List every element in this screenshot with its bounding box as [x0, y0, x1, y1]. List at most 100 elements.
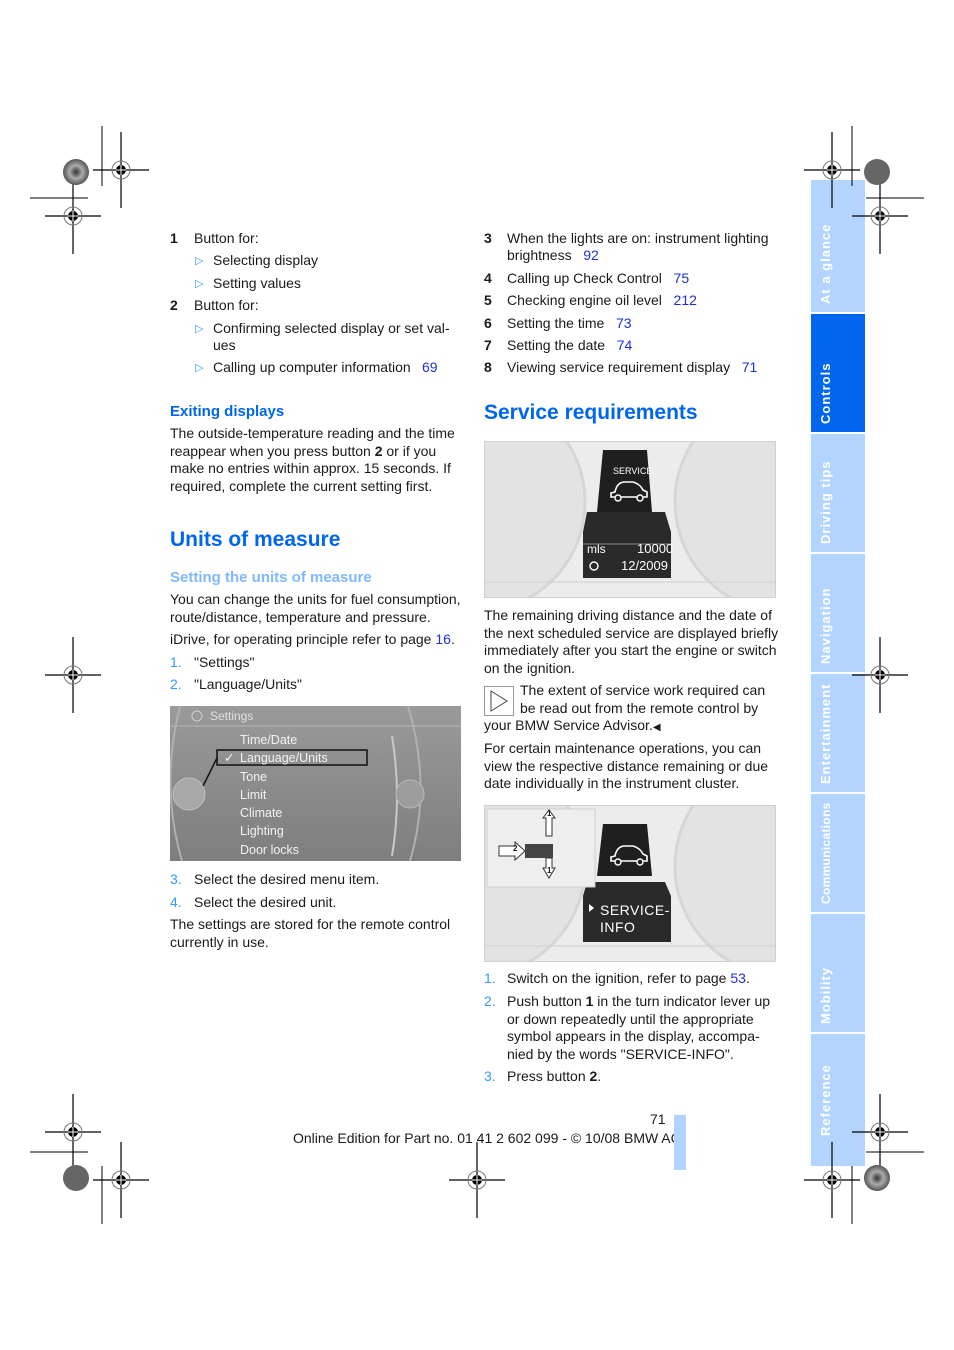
menu-item[interactable]: Limit — [240, 786, 328, 804]
page-link[interactable]: 74 — [617, 337, 633, 353]
edition-notice: Online Edition for Part no. 01 41 2 602 … — [293, 1130, 682, 1146]
item-text: Checking engine oil level 212 — [507, 292, 697, 308]
note-line: The extent of service work required can — [520, 682, 766, 698]
step-text: "Settings" — [194, 654, 255, 670]
crosshair-mark-icon — [44, 177, 102, 255]
item-number: 8 — [484, 359, 492, 375]
settings-screen-image: Settings Time/Date ✓ Language/Units Tone … — [170, 706, 461, 861]
item-number: 6 — [484, 315, 492, 331]
page-link[interactable]: 73 — [616, 315, 632, 331]
item-number: 1 — [170, 230, 178, 246]
settings-note: The settings are stored for the remote c… — [170, 916, 451, 950]
item-text: Setting the time 73 — [507, 315, 632, 331]
tab-controls[interactable]: Controls — [811, 314, 865, 432]
step-number: 1. — [484, 970, 496, 986]
color-target-icon — [63, 159, 89, 185]
menu-item[interactable]: Climate — [240, 804, 328, 822]
menu-item[interactable]: Door locks — [240, 841, 328, 859]
service-info-image: 1 2 1 SERVICE- INFO — [484, 805, 776, 962]
tab-mobility[interactable]: Mobility — [811, 914, 865, 1032]
item-number: 2 — [170, 297, 178, 313]
item-text: Viewing service requirement display 71 — [507, 359, 758, 375]
tab-reference[interactable]: Reference — [811, 1034, 865, 1166]
page-link[interactable]: 16 — [435, 631, 451, 647]
distance-value: 10000 — [637, 541, 674, 556]
tab-entertainment[interactable]: Entertainment — [811, 674, 865, 792]
crosshair-mark-icon — [44, 636, 102, 714]
screen-title: Settings — [210, 709, 254, 723]
item-text: brightness 92 — [507, 247, 599, 263]
display-text-line2: INFO — [600, 919, 636, 935]
crosshair-mark-icon — [448, 1141, 506, 1219]
page-link[interactable]: 75 — [674, 270, 690, 286]
tab-communications[interactable]: Communications — [811, 794, 865, 912]
item-text: Setting the date 74 — [507, 337, 633, 353]
page-link[interactable]: 53 — [730, 970, 746, 986]
exiting-paragraph: The outside-temperature reading and the … — [170, 425, 455, 494]
bullet-triangle-icon: ▷ — [195, 255, 204, 267]
step-number: 4. — [170, 894, 182, 910]
item-number: 5 — [484, 292, 492, 308]
step-number: 1. — [170, 654, 182, 670]
step-number: 2. — [170, 676, 182, 692]
page-number: 71 — [650, 1111, 666, 1127]
item-text: Calling up Check Control 75 — [507, 270, 690, 286]
menu-item[interactable]: Tone — [240, 768, 328, 786]
crosshair-mark-icon — [44, 1093, 102, 1171]
bullet-triangle-icon: ▷ — [195, 323, 204, 335]
step-number: 3. — [170, 871, 182, 887]
footer-tab-marker — [674, 1115, 686, 1170]
arrow-label: 1 — [547, 866, 552, 875]
play-triangle-icon — [490, 690, 508, 712]
tab-at-a-glance[interactable]: At a glance — [811, 180, 865, 312]
page-link[interactable]: 71 — [742, 359, 758, 375]
item-number: 3 — [484, 230, 492, 246]
end-marker-icon: ◀ — [652, 722, 661, 733]
subitem: Selecting display — [213, 252, 319, 268]
service-display-image: SERVICE mls 10000 12/2009 — [484, 441, 776, 598]
service-requirements-heading: Service requirements — [484, 401, 698, 424]
settings-menu: Time/Date ✓ Language/Units Tone Limit Cli… — [224, 731, 328, 859]
idrive-reference: iDrive, for operating principle refer to… — [170, 631, 455, 647]
note-line: be read out from the remote control by — [520, 700, 759, 716]
item-number: 7 — [484, 337, 492, 353]
menu-item[interactable]: Time/Date — [240, 731, 328, 749]
setting-units-subheading: Setting the units of measure — [170, 569, 372, 586]
tab-driving-tips[interactable]: Driving tips — [811, 434, 865, 552]
bullet-triangle-icon: ▷ — [195, 362, 204, 374]
display-text-line1: SERVICE- — [600, 902, 670, 918]
exiting-displays-heading: Exiting displays — [170, 403, 285, 420]
item-label: Button for: — [194, 297, 259, 313]
subitem: Calling up computer information — [213, 359, 411, 375]
checkmark-icon: ✓ — [224, 751, 235, 766]
menu-item-selected[interactable]: ✓ Language/Units — [224, 749, 328, 767]
color-target-icon — [864, 1165, 890, 1191]
bullet-triangle-icon: ▷ — [195, 278, 204, 290]
step-text: Switch on the ignition, refer to page 53… — [507, 970, 750, 986]
page-link[interactable]: 212 — [674, 292, 697, 308]
service-paragraph-2: For certain maintenance operations, you … — [484, 740, 769, 791]
step-text: "Language/Units" — [194, 676, 303, 692]
arrow-label: 2 — [513, 844, 518, 853]
item-text: When the lights are on: instrument light… — [507, 230, 769, 246]
note-icon — [484, 686, 514, 716]
page-link[interactable]: 92 — [583, 247, 599, 263]
service-paragraph-1: The remaining driving distance and the d… — [484, 607, 779, 676]
subitem: Setting values — [213, 275, 301, 291]
color-target-icon — [63, 1165, 89, 1191]
service-date-value: 12/2009 — [621, 558, 668, 573]
subitem: Confirming selected display or set val- — [213, 320, 450, 336]
tab-navigation[interactable]: Navigation — [811, 554, 865, 672]
note-line: your BMW Service Advisor.◀ — [484, 717, 661, 733]
item-label: Button for: — [194, 230, 259, 246]
menu-item[interactable]: Lighting — [240, 822, 328, 840]
color-target-icon — [864, 159, 890, 185]
subitem-continued: ues — [213, 337, 236, 353]
page-link[interactable]: 69 — [422, 359, 438, 377]
service-label: SERVICE — [613, 466, 653, 476]
step-text: Push button 1 in the turn indicator leve… — [507, 993, 771, 1062]
step-number: 2. — [484, 993, 496, 1009]
crosshair-mark-icon — [92, 1141, 150, 1219]
instrument-cluster-graphic — [485, 806, 775, 961]
item-number: 4 — [484, 270, 492, 286]
